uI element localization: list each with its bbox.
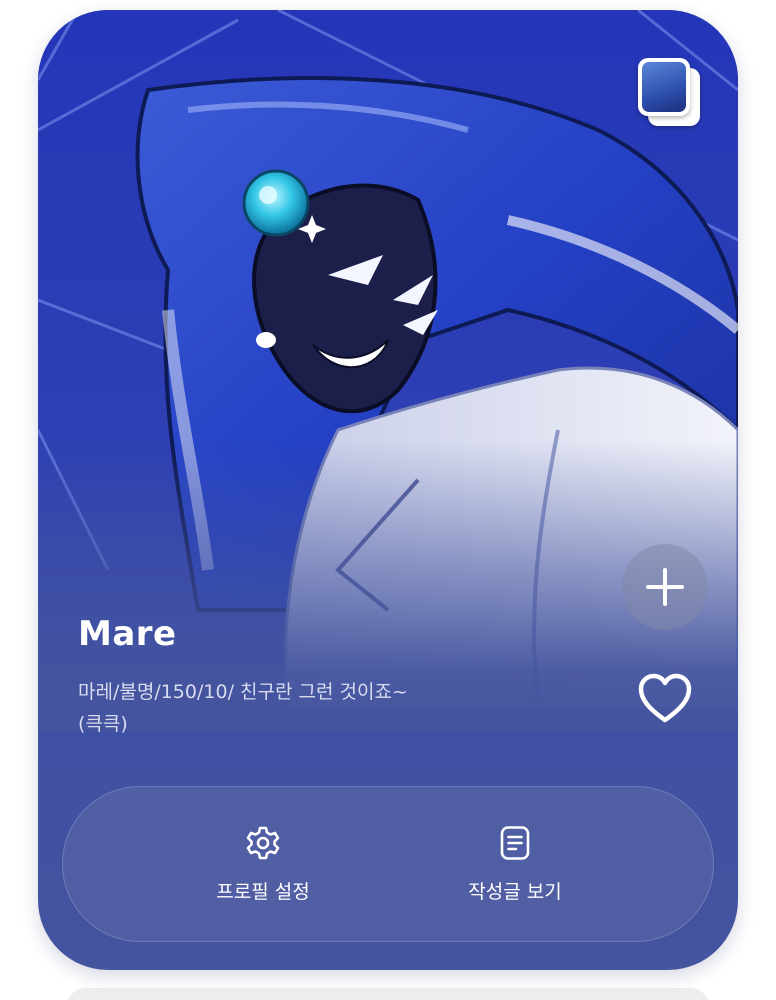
character-badge[interactable] — [638, 58, 702, 128]
badge-front-card — [638, 58, 690, 116]
profile-settings-label: 프로필 설정 — [216, 881, 310, 903]
document-icon — [500, 826, 530, 860]
profile-action-bar: 프로필 설정 작성글 보기 — [62, 786, 714, 942]
profile-description: 마레/불명/150/10/ 친구란 그런 것이죠~(큭큭) — [78, 681, 408, 735]
like-button[interactable] — [636, 670, 694, 728]
view-posts-button[interactable]: 작성글 보기 — [415, 787, 615, 943]
profile-name: Mare — [78, 614, 177, 654]
add-button[interactable] — [622, 544, 708, 630]
bottom-sheet-edge — [66, 988, 710, 1000]
profile-page: Mare 마레/불명/150/10/ 친구란 그런 것이죠~(큭큭) 프로필 설… — [0, 0, 776, 1000]
profile-settings-button[interactable]: 프로필 설정 — [163, 787, 363, 943]
view-posts-label: 작성글 보기 — [468, 881, 562, 903]
profile-card: Mare 마레/불명/150/10/ 친구란 그런 것이죠~(큭큭) 프로필 설… — [38, 10, 738, 970]
heart-outline-icon — [638, 673, 692, 723]
gear-icon — [246, 826, 280, 860]
badge-thumbnail-image — [642, 62, 686, 112]
